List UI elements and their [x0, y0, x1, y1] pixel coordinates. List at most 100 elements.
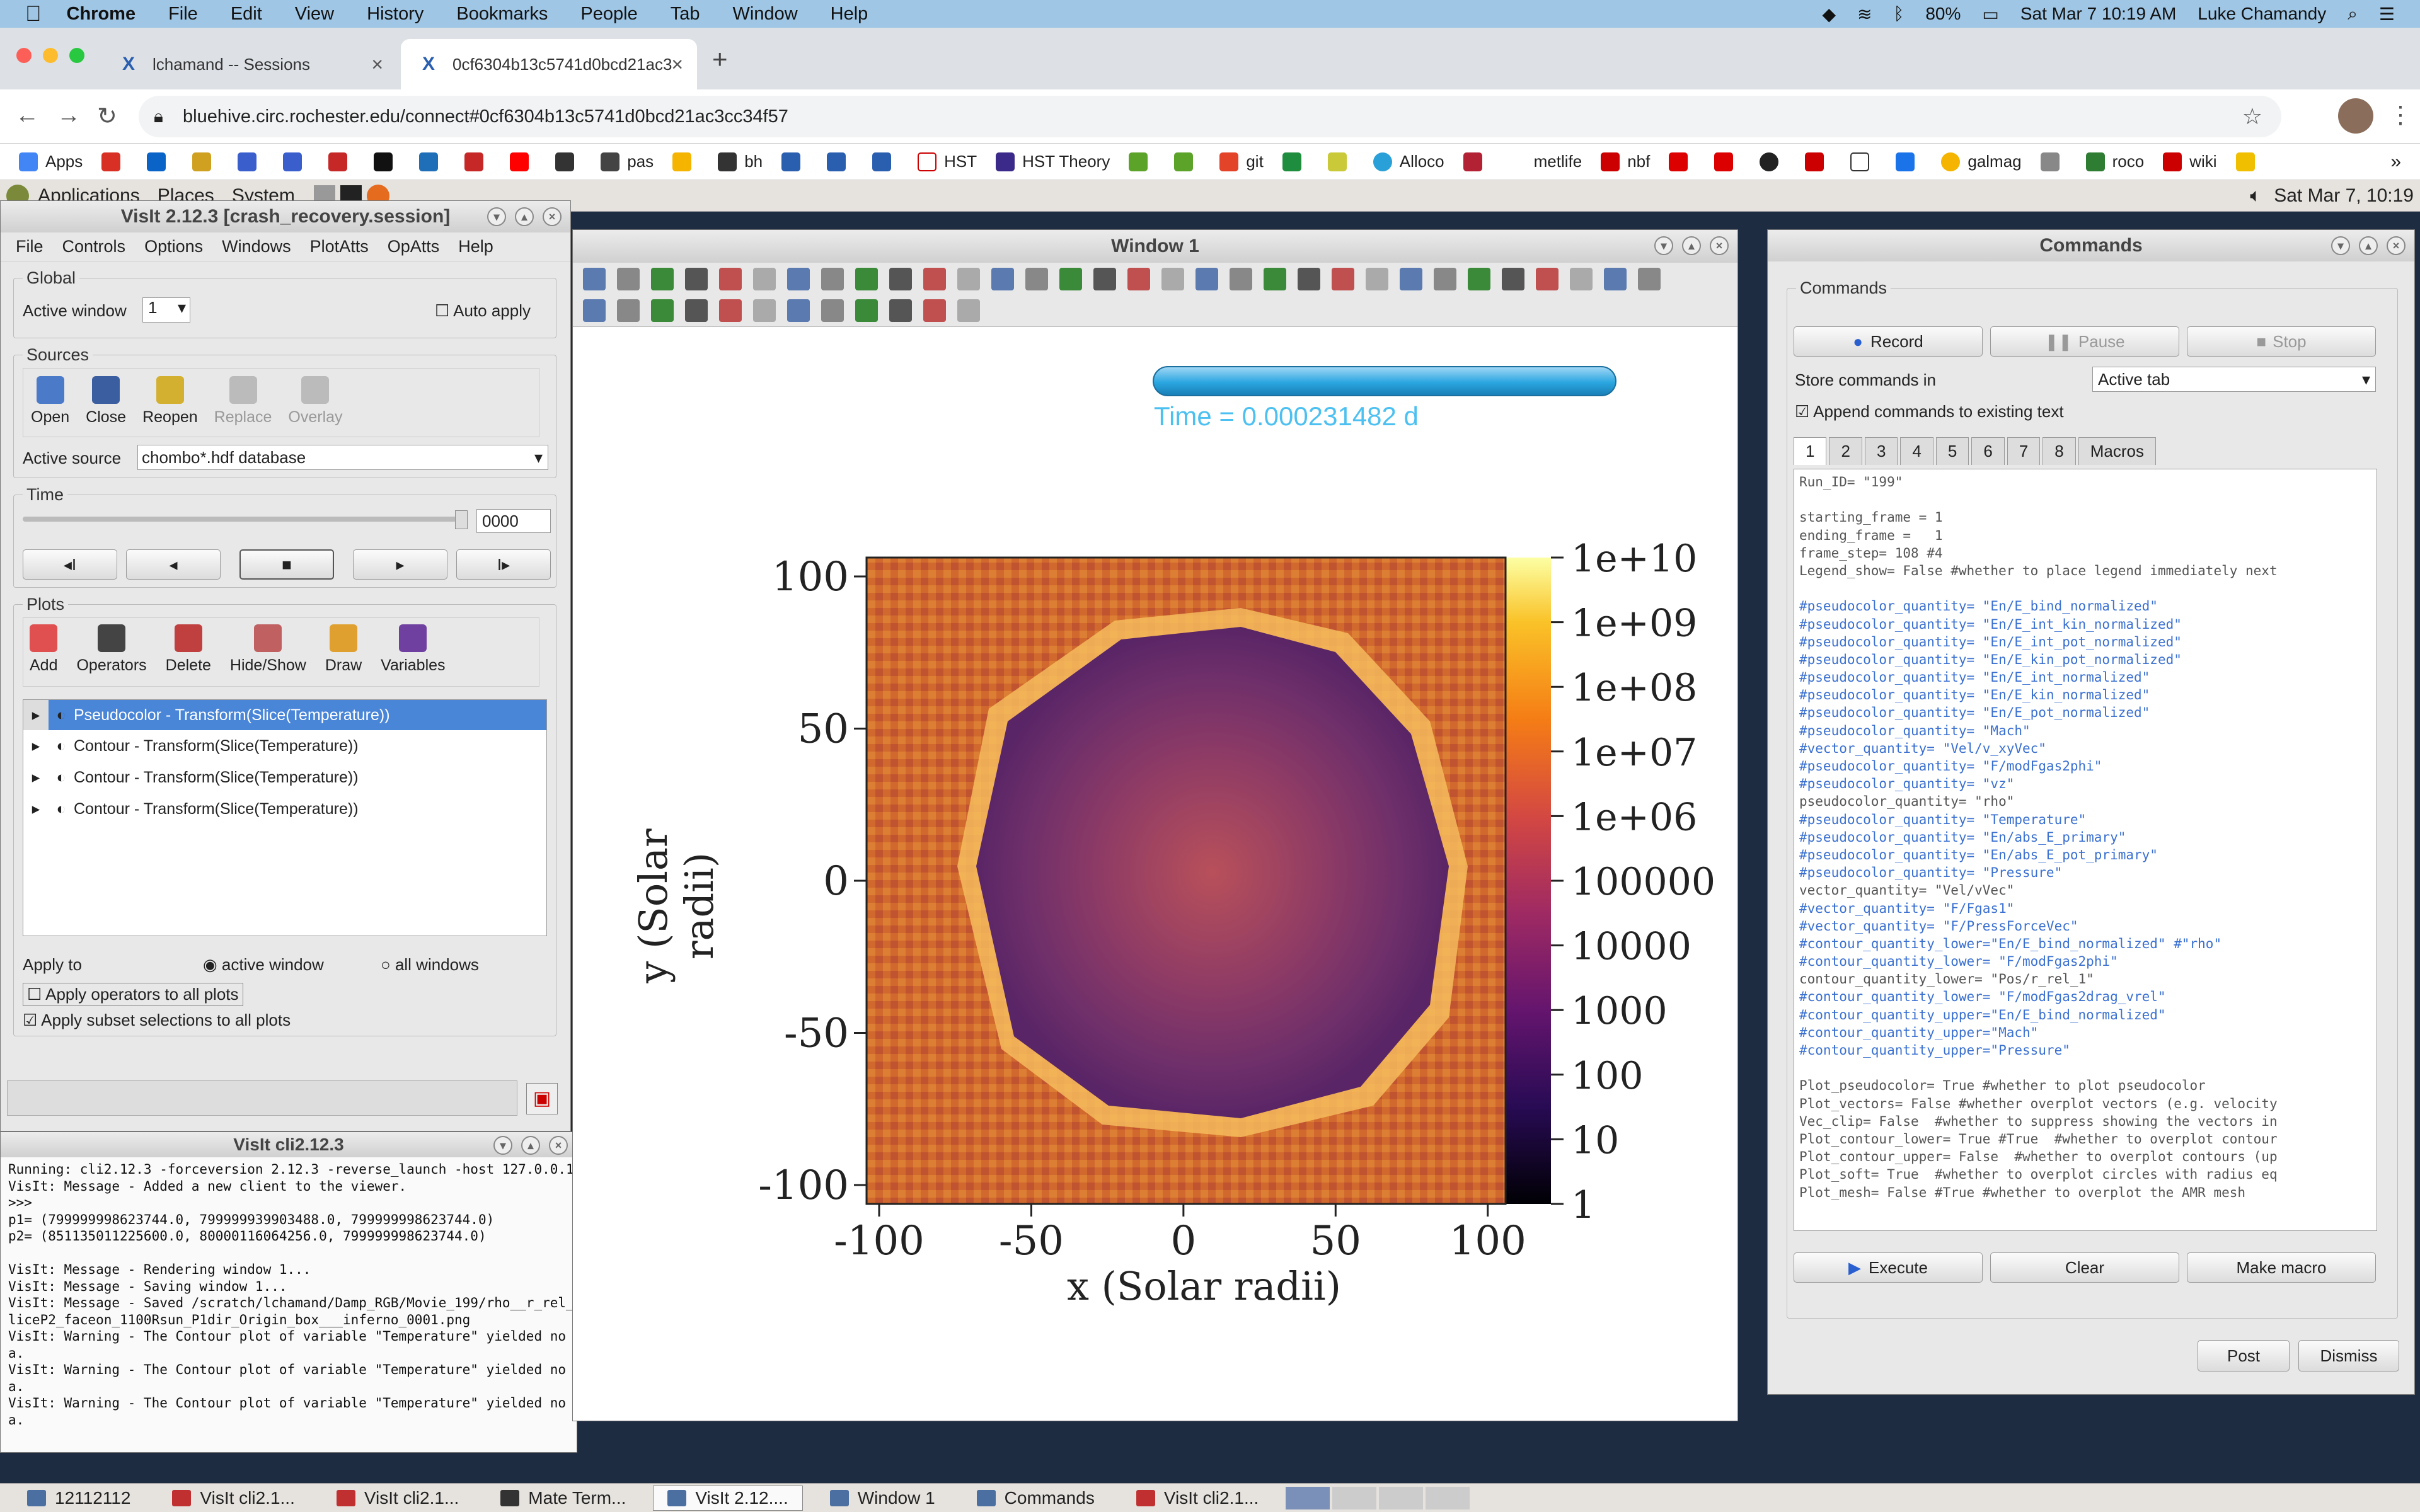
chrome-menu-icon[interactable]: ⋮	[2388, 101, 2412, 129]
reload-icon[interactable]: ↻	[97, 102, 117, 130]
active-source-select[interactable]: chombo*.hdf database ▾	[137, 445, 548, 470]
time-slider[interactable]	[23, 517, 465, 522]
bookmark-gmail[interactable]	[101, 152, 128, 171]
bookmark-star-icon[interactable]: ☆	[2242, 103, 2262, 130]
battery-percent[interactable]: 80%	[1925, 4, 1961, 24]
add-plot-button[interactable]: Add	[30, 624, 57, 680]
expand-icon[interactable]: ▸	[23, 736, 49, 755]
clear-button[interactable]: Clear	[1990, 1252, 2179, 1283]
stop-record-button[interactable]: ■ Stop	[2187, 326, 2376, 357]
battery-icon[interactable]: ▭	[1982, 4, 1998, 25]
macro-tab[interactable]: 1	[1794, 437, 1827, 465]
menu-people[interactable]: People	[580, 4, 637, 25]
tab-close-icon[interactable]: ×	[371, 53, 383, 76]
close-icon[interactable]: ×	[2387, 236, 2406, 255]
apply-operators-checkbox[interactable]: ☐ Apply operators to all plots	[23, 983, 243, 1006]
menu-app-chrome[interactable]: Chrome	[67, 4, 136, 25]
bookmark-site-2[interactable]	[238, 152, 264, 171]
bookmark-site-12[interactable]	[872, 152, 899, 171]
clock[interactable]: Sat Mar 7 10:19 AM	[2020, 4, 2176, 24]
hide-show-button[interactable]: Hide/Show	[230, 624, 306, 680]
visibility-icon[interactable]: ◐	[49, 737, 74, 755]
bookmark-site-10[interactable]	[781, 152, 808, 171]
user-name[interactable]: Luke Chamandy	[2198, 4, 2326, 24]
taskbar-item[interactable]: Commands	[962, 1486, 1109, 1511]
expand-icon[interactable]: ▸	[23, 700, 49, 730]
bookmark-site-9[interactable]	[672, 152, 699, 171]
execute-button[interactable]: ▶ Execute	[1794, 1252, 1983, 1283]
forward-icon[interactable]: →	[57, 102, 81, 129]
bookmark-wiki[interactable]: wiki	[2163, 152, 2217, 171]
reopen-button[interactable]: Reopen	[142, 376, 198, 429]
bookmark-youtube[interactable]	[510, 152, 536, 171]
taskbar-item[interactable]: VisIt cli2.1...	[1122, 1486, 1273, 1511]
dismiss-button[interactable]: Dismiss	[2298, 1340, 2399, 1372]
auto-apply-checkbox[interactable]: ☐ Auto apply	[435, 301, 531, 321]
time-input[interactable]: 0000	[476, 509, 551, 533]
bookmark-site-16[interactable]	[1327, 152, 1354, 171]
plot-canvas[interactable]: -100 -50 0 50 100 100500-50-100 1e+101e+091e…	[573, 230, 1739, 1422]
workspace-1[interactable]	[1286, 1486, 1330, 1509]
bookmarks-overflow-icon[interactable]: »	[2390, 151, 2401, 173]
macro-tab[interactable]: 5	[1935, 437, 1969, 465]
bookmark-site-1[interactable]	[192, 152, 219, 171]
bookmark-metlife[interactable]: metlife	[1534, 152, 1582, 171]
macro-tab[interactable]: 7	[2007, 437, 2041, 465]
overlay-button[interactable]: Overlay	[288, 376, 343, 429]
bookmark-outlook[interactable]	[147, 152, 173, 171]
close-window-icon[interactable]	[16, 48, 32, 63]
workspace-2[interactable]	[1332, 1486, 1377, 1509]
visit-menu-file[interactable]: File	[16, 237, 43, 256]
address-bar[interactable]: 🔒︎ bluehive.circ.rochester.edu/connect#0…	[139, 96, 2281, 137]
bookmark-site-14[interactable]	[1174, 152, 1201, 171]
minimize-window-icon[interactable]	[43, 48, 58, 63]
pause-button[interactable]: ❚❚ Pause	[1990, 326, 2179, 357]
maximize-icon[interactable]: ▴	[2359, 236, 2378, 255]
tab-close-icon[interactable]: ×	[671, 53, 683, 76]
close-icon[interactable]: ×	[549, 1136, 568, 1155]
menu-tab[interactable]: Tab	[671, 4, 700, 25]
bookmark-site-8[interactable]	[555, 152, 582, 171]
taskbar-item[interactable]: 12112112	[13, 1486, 145, 1511]
macro-tab[interactable]: 4	[1900, 437, 1933, 465]
make-macro-button[interactable]: Make macro	[2187, 1252, 2376, 1283]
active-window-radio[interactable]: ◉ active window	[203, 955, 324, 975]
bookmark-pas[interactable]: pas	[601, 152, 654, 171]
record-button[interactable]: ● Record	[1794, 326, 1983, 357]
visibility-icon[interactable]: ◐	[49, 800, 74, 818]
plot-list-item[interactable]: ▸ ◐ Contour - Transform(Slice(Temperature)…	[23, 730, 546, 762]
menu-window[interactable]: Window	[733, 4, 798, 25]
menu-help[interactable]: Help	[831, 4, 868, 25]
taskbar-item[interactable]: VisIt 2.12....	[653, 1485, 803, 1511]
workspace-4[interactable]	[1426, 1486, 1470, 1509]
bookmark-hst[interactable]: HST	[918, 152, 977, 171]
bookmark-hst-theory[interactable]: HST Theory	[996, 152, 1110, 171]
bookmark-site-6[interactable]	[419, 152, 446, 171]
visit-menu-options[interactable]: Options	[144, 237, 203, 256]
bookmark-site-21[interactable]	[1850, 152, 1877, 171]
active-window-select[interactable]: 1 ▾	[142, 297, 190, 323]
zoom-window-icon[interactable]	[69, 48, 84, 63]
bookmark-site-11[interactable]	[827, 152, 853, 171]
plot-list-item[interactable]: ▸ ◐ Contour - Transform(Slice(Temperature)…	[23, 762, 546, 793]
minimize-icon[interactable]: ▾	[2331, 236, 2350, 255]
bookmark-site-24[interactable]	[2235, 152, 2262, 171]
minimize-icon[interactable]: ▾	[487, 207, 506, 226]
visit-menu-plotatts[interactable]: PlotAtts	[310, 237, 369, 256]
bookmark-cnn[interactable]	[1805, 152, 1831, 171]
menu-view[interactable]: View	[295, 4, 334, 25]
open-button[interactable]: Open	[31, 376, 69, 429]
bookmark-site-5[interactable]	[374, 152, 400, 171]
reverse-play-button[interactable]: ◂	[126, 549, 221, 580]
all-windows-radio[interactable]: ○ all windows	[381, 955, 479, 975]
output-indicator-icon[interactable]: ▣	[526, 1083, 558, 1114]
bookmark-apps[interactable]: Apps	[19, 152, 83, 171]
visit-menu-controls[interactable]: Controls	[62, 237, 126, 256]
variables-button[interactable]: Variables	[381, 624, 446, 680]
taskbar-item[interactable]: Window 1	[815, 1486, 950, 1511]
replace-button[interactable]: Replace	[214, 376, 272, 429]
bookmark-nbf[interactable]: nbf	[1601, 152, 1650, 171]
macro-tab[interactable]: 6	[1971, 437, 2005, 465]
bookmark-git[interactable]: git	[1219, 152, 1264, 171]
bookmark-site-4[interactable]	[328, 152, 355, 171]
